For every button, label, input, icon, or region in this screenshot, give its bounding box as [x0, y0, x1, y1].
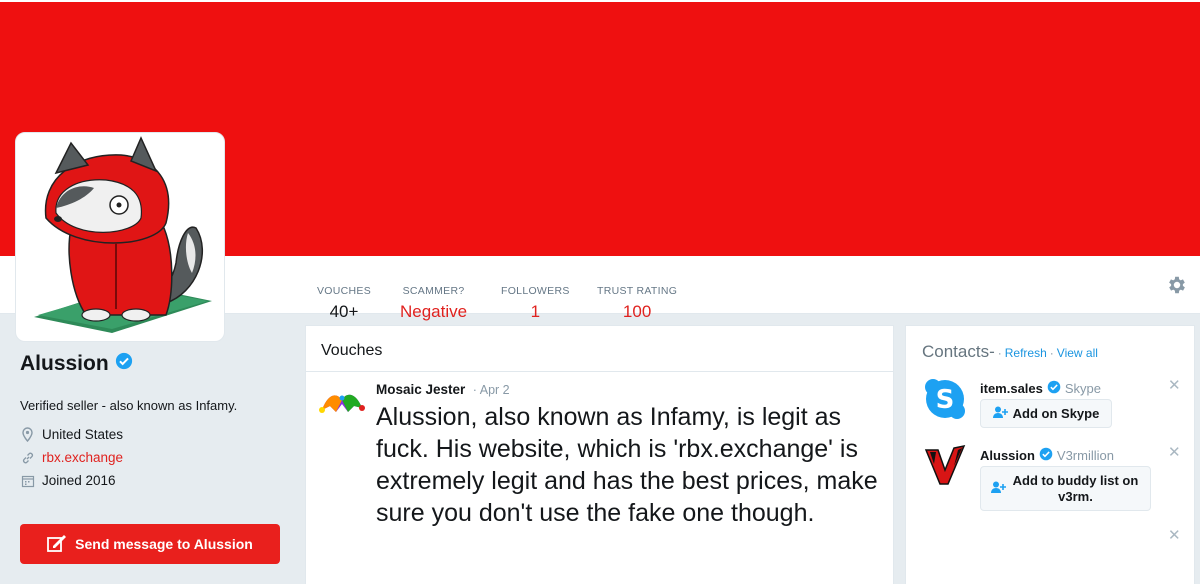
- contacts-view-all-link[interactable]: View all: [1057, 346, 1098, 360]
- add-to-buddy-list-label: Add to buddy list on v3rm.: [1012, 472, 1139, 504]
- contacts-panel: Contacts- · Refresh · View all S item.sales …: [905, 325, 1195, 584]
- contact-name-text[interactable]: item.sales: [980, 381, 1043, 396]
- contact-name: item.sales Skype: [980, 380, 1101, 397]
- verified-icon: [115, 352, 133, 376]
- add-user-icon: [991, 481, 1007, 497]
- verified-icon: [1047, 380, 1061, 397]
- profile-website[interactable]: rbx.exchange: [20, 450, 123, 465]
- profile-location: United States: [20, 427, 123, 442]
- link-icon: [20, 450, 35, 465]
- add-to-buddy-list-button[interactable]: Add to buddy list on v3rm.: [980, 466, 1151, 511]
- contact-service: V3rmillion: [1056, 448, 1114, 463]
- stat-vouches[interactable]: VOUCHES 40+: [317, 285, 371, 322]
- stat-trust-rating-value: 100: [622, 302, 652, 321]
- calendar-icon: [20, 473, 35, 488]
- stat-scammer[interactable]: SCAMMER? Negative: [400, 285, 467, 322]
- stat-followers[interactable]: FOLLOWERS 1: [501, 285, 570, 322]
- v3rmillion-icon: [924, 444, 966, 486]
- vouch-date: Apr 2: [479, 383, 510, 397]
- profile-location-text: United States: [42, 427, 124, 442]
- stat-followers-label: FOLLOWERS: [501, 285, 570, 297]
- svg-text:S: S: [936, 385, 955, 415]
- profile-joined-text: Joined 2016: [42, 473, 116, 488]
- contact-name-text[interactable]: Alussion: [980, 448, 1035, 463]
- stat-scammer-value: Negative: [400, 302, 468, 321]
- add-user-icon: [992, 406, 1009, 422]
- profile-bio: Verified seller - also known as Infamy.: [20, 398, 238, 413]
- vouches-panel: Vouches Mosaic Jester · Apr 2 Alussion, …: [305, 325, 894, 584]
- skype-icon: S: [924, 378, 966, 420]
- compose-icon: [47, 534, 67, 555]
- close-icon[interactable]: ✕: [1168, 443, 1181, 461]
- vouch-text: Alussion, also known as Infamy, is legit…: [376, 403, 878, 527]
- contact-service: Skype: [1064, 381, 1102, 396]
- profile-avatar[interactable]: [15, 132, 225, 342]
- stat-vouches-value: 40+: [329, 302, 359, 321]
- stat-scammer-label: SCAMMER?: [402, 285, 465, 297]
- stat-vouches-label: VOUCHES: [317, 285, 372, 297]
- vouch-author: Mosaic Jester · Apr 2: [376, 382, 510, 397]
- close-icon[interactable]: ✕: [1168, 526, 1181, 544]
- close-icon[interactable]: ✕: [1168, 376, 1181, 394]
- contacts-refresh-link[interactable]: Refresh: [1005, 346, 1047, 360]
- verified-icon: [1039, 447, 1053, 464]
- profile-name: Alussion: [20, 352, 133, 376]
- profile-name-text: Alussion: [20, 352, 109, 375]
- location-icon: [20, 427, 35, 442]
- vouches-title: Vouches: [306, 326, 893, 372]
- vouch-author-name[interactable]: Mosaic Jester: [376, 382, 465, 397]
- add-on-skype-label: Add on Skype: [1012, 405, 1100, 421]
- contacts-header: Contacts- · Refresh · View all: [922, 342, 1098, 361]
- gear-icon[interactable]: [1166, 274, 1188, 296]
- stat-trust-rating[interactable]: TRUST RATING 100: [597, 285, 677, 322]
- contacts-title: Contacts-: [922, 342, 995, 361]
- stat-followers-value: 1: [530, 302, 541, 321]
- send-message-button[interactable]: Send message to Alussion: [20, 524, 280, 564]
- profile-website-link[interactable]: rbx.exchange: [42, 450, 123, 465]
- add-on-skype-button[interactable]: Add on Skype: [980, 399, 1112, 428]
- jester-hat-icon[interactable]: [318, 388, 366, 418]
- send-message-label: Send message to Alussion: [75, 536, 253, 552]
- stat-trust-rating-label: TRUST RATING: [597, 285, 678, 297]
- contact-name: Alussion V3rmillion: [980, 447, 1114, 464]
- profile-joined: Joined 2016: [20, 473, 116, 488]
